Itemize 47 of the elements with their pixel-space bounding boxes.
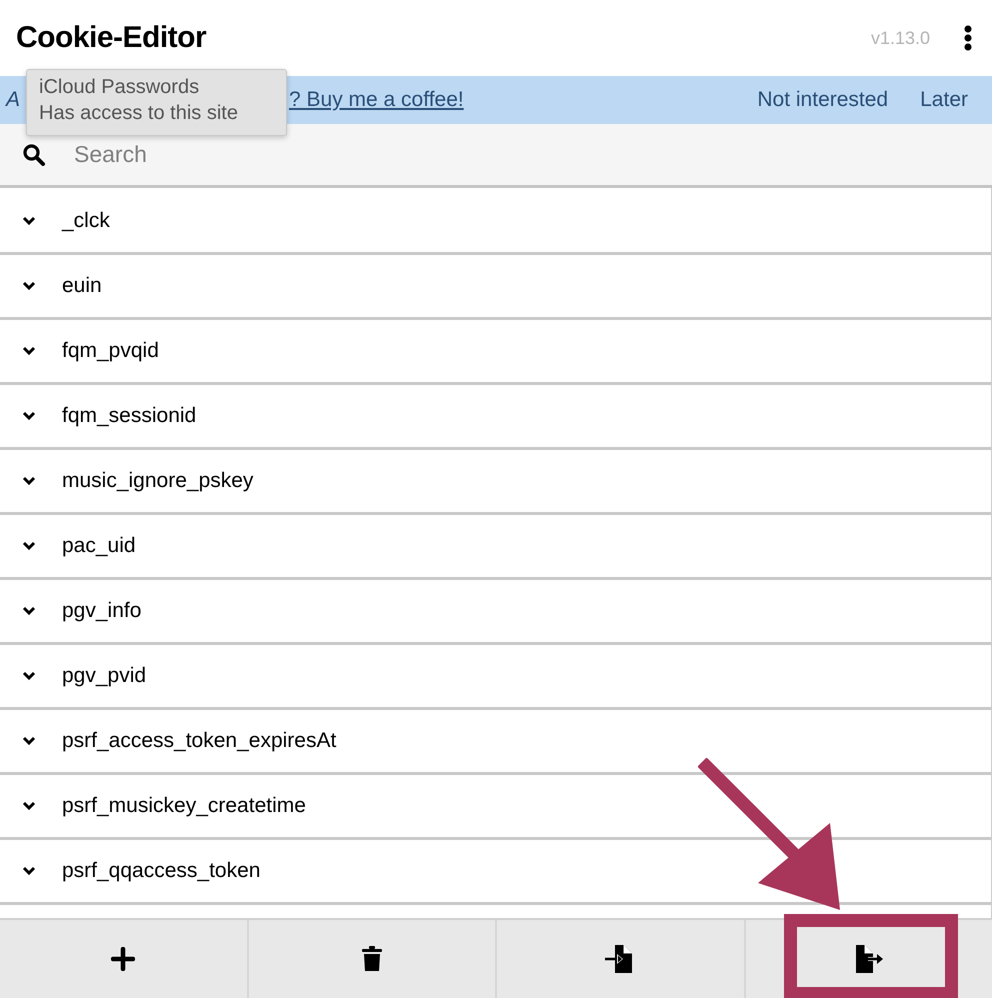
chevron-down-icon <box>22 411 36 421</box>
version-label: v1.13.0 <box>870 28 930 48</box>
app-title: Cookie-Editor <box>16 21 206 55</box>
cookie-name: fqm_pvqid <box>62 339 159 363</box>
cookie-name: euin <box>62 274 102 298</box>
cookie-row[interactable]: music_ignore_pskey <box>0 450 991 515</box>
cookie-name: psrf_musickey_createtime <box>62 794 306 818</box>
tooltip-text: Has access to this site <box>39 101 239 126</box>
tooltip-text: iCloud Passwords <box>39 75 200 100</box>
banner-action-link[interactable]: Not interested <box>757 88 888 112</box>
cookie-name: pgv_info <box>62 599 142 623</box>
chevron-down-icon <box>22 541 36 551</box>
chevron-down-icon <box>22 606 36 616</box>
cookie-row[interactable]: fqm_sessionid <box>0 385 991 450</box>
banner-action-link[interactable]: Later <box>920 88 968 112</box>
cookie-row[interactable]: fqm_pvqid <box>0 320 991 385</box>
chevron-down-icon <box>22 801 36 811</box>
chevron-down-icon <box>22 216 36 226</box>
trash-icon <box>360 946 383 972</box>
chevron-down-icon <box>22 736 36 746</box>
cookie-name: _clck <box>62 209 110 233</box>
cookie-name: pgv_pvid <box>62 664 146 688</box>
cookie-row[interactable]: _clck <box>0 190 991 255</box>
cookie-row[interactable]: pgv_pvid <box>0 645 991 710</box>
banner-text: A <box>6 88 22 112</box>
cookie-row[interactable]: euin <box>0 255 991 320</box>
search-input[interactable]: Search <box>72 140 976 169</box>
cookie-name: pac_uid <box>62 534 136 558</box>
file-export-icon <box>854 944 884 974</box>
chevron-down-icon <box>22 346 36 356</box>
menu-icon <box>964 25 972 51</box>
cookie-name: psrf_access_token_expiresAt <box>62 729 336 753</box>
add-icon <box>111 947 136 971</box>
donate-link[interactable]: ? Buy me a coffee! <box>289 88 464 112</box>
search-field[interactable]: Search <box>0 124 992 188</box>
chevron-down-icon <box>22 866 36 876</box>
cookie-name: fqm_sessionid <box>62 404 196 428</box>
cookie-row[interactable]: psrf_access_token_expiresAt <box>0 710 991 775</box>
chevron-down-icon <box>22 476 36 486</box>
cookie-name: music_ignore_pskey <box>62 469 254 493</box>
chevron-down-icon <box>22 281 36 291</box>
chevron-down-icon <box>22 671 36 681</box>
cookie-name: psrf_qqaccess_token <box>62 859 260 883</box>
cookie-row[interactable]: pac_uid <box>0 515 991 580</box>
cookie-row[interactable]: psrf_musickey_createtime <box>0 775 991 840</box>
search-icon <box>22 142 46 166</box>
cookie-row[interactable]: pgv_info <box>0 580 991 645</box>
